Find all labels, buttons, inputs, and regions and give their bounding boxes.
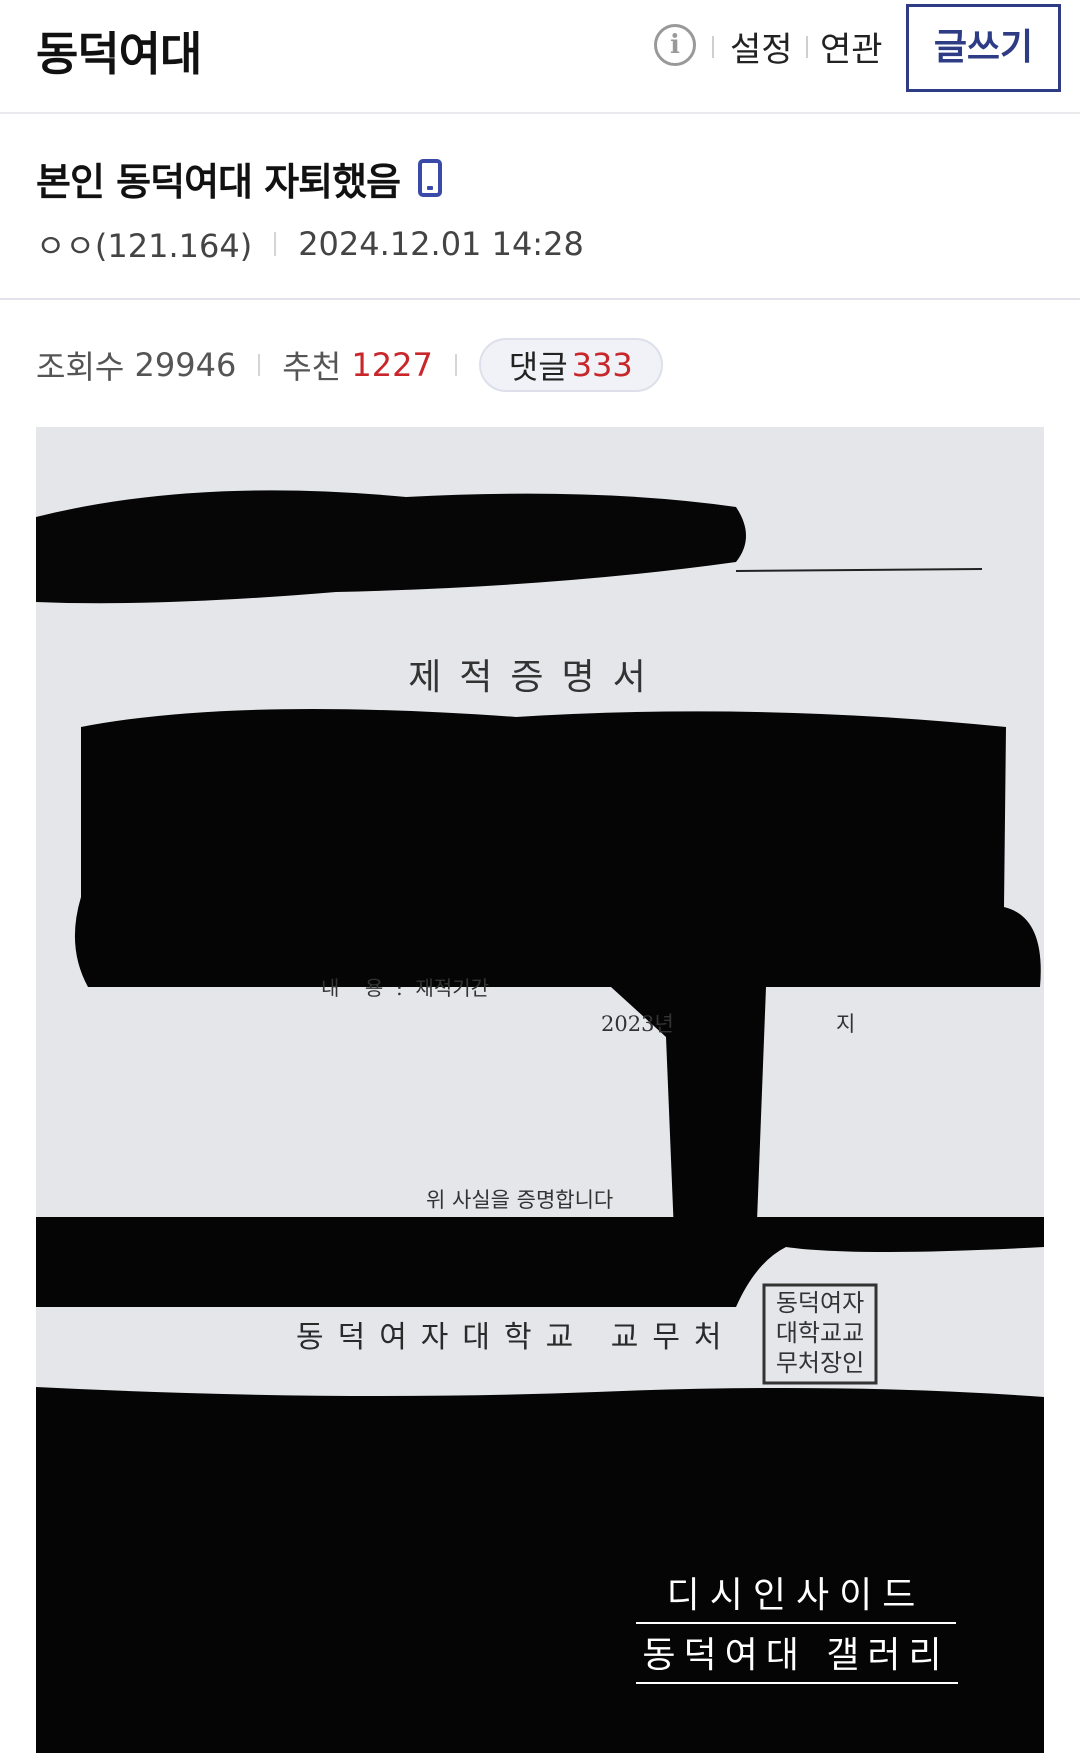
seal-line-1: 동덕여자 — [776, 1289, 864, 1317]
header-divider — [806, 36, 808, 58]
certificate-photo: 제적증명서 내 용 : 재적기간 2023년 지 위 사실을 증명합니다 동덕여… — [36, 427, 1044, 1753]
post-attached-image[interactable]: 제적증명서 내 용 : 재적기간 2023년 지 위 사실을 증명합니다 동덕여… — [36, 427, 1044, 1753]
views-label: 조회수 — [36, 348, 125, 386]
stats-divider — [454, 354, 457, 376]
certificate-heading: 제적증명서 — [408, 657, 664, 698]
header-divider — [712, 36, 714, 58]
seal-line-3: 무처장인 — [776, 1349, 864, 1377]
year-text: 2023년 — [601, 1012, 674, 1036]
author-name[interactable]: ㅇㅇ(121.164) — [36, 221, 252, 267]
recommend-count: 1227 — [351, 346, 433, 384]
recommend-label: 추천 — [282, 348, 342, 386]
views-count: 29946 — [134, 346, 237, 384]
info-icon[interactable]: i — [654, 24, 696, 66]
seal-line-2: 대학교교 — [776, 1319, 864, 1347]
post-title: 본인 동덕여대 자퇴했음 — [36, 159, 401, 204]
settings-link[interactable]: 설정 — [730, 22, 793, 71]
certify-line: 위 사실을 증명합니다 — [426, 1188, 613, 1212]
write-button[interactable]: 글쓰기 — [906, 4, 1061, 92]
institution-line: 동덕여자대학교 교무처 — [296, 1320, 736, 1355]
post-meta: ㅇㅇ(121.164) 2024.12.01 14:28 — [36, 222, 584, 266]
post-stats: 조회수 29946 추천 1227 댓글 333 — [36, 338, 663, 392]
stats-divider — [258, 354, 261, 376]
comments-label: 댓글 — [508, 348, 568, 386]
post-datetime: 2024.12.01 14:28 — [298, 225, 584, 263]
mobile-phone-icon — [418, 159, 443, 197]
post-title-row: 본인 동덕여대 자퇴했음 — [36, 150, 443, 206]
meta-divider — [274, 232, 277, 256]
redaction-bottom — [36, 1387, 1044, 1753]
top-bar: 동덕여대 i 설정 연관 글쓰기 — [0, 0, 1080, 114]
comment-count-button[interactable]: 댓글 333 — [478, 338, 663, 392]
gallery-title[interactable]: 동덕여대 — [36, 18, 202, 84]
section-divider — [0, 298, 1080, 300]
content-line: 내 용 : 재적기간 — [321, 976, 489, 1000]
related-link[interactable]: 연관 — [820, 22, 883, 71]
comments-count: 333 — [571, 346, 633, 384]
watermark-line-1: 디시인사이드 — [667, 1575, 926, 1616]
watermark-line-2: 동덕여대 갤러리 — [642, 1635, 949, 1676]
year-suffix-text: 지 — [836, 1012, 855, 1036]
